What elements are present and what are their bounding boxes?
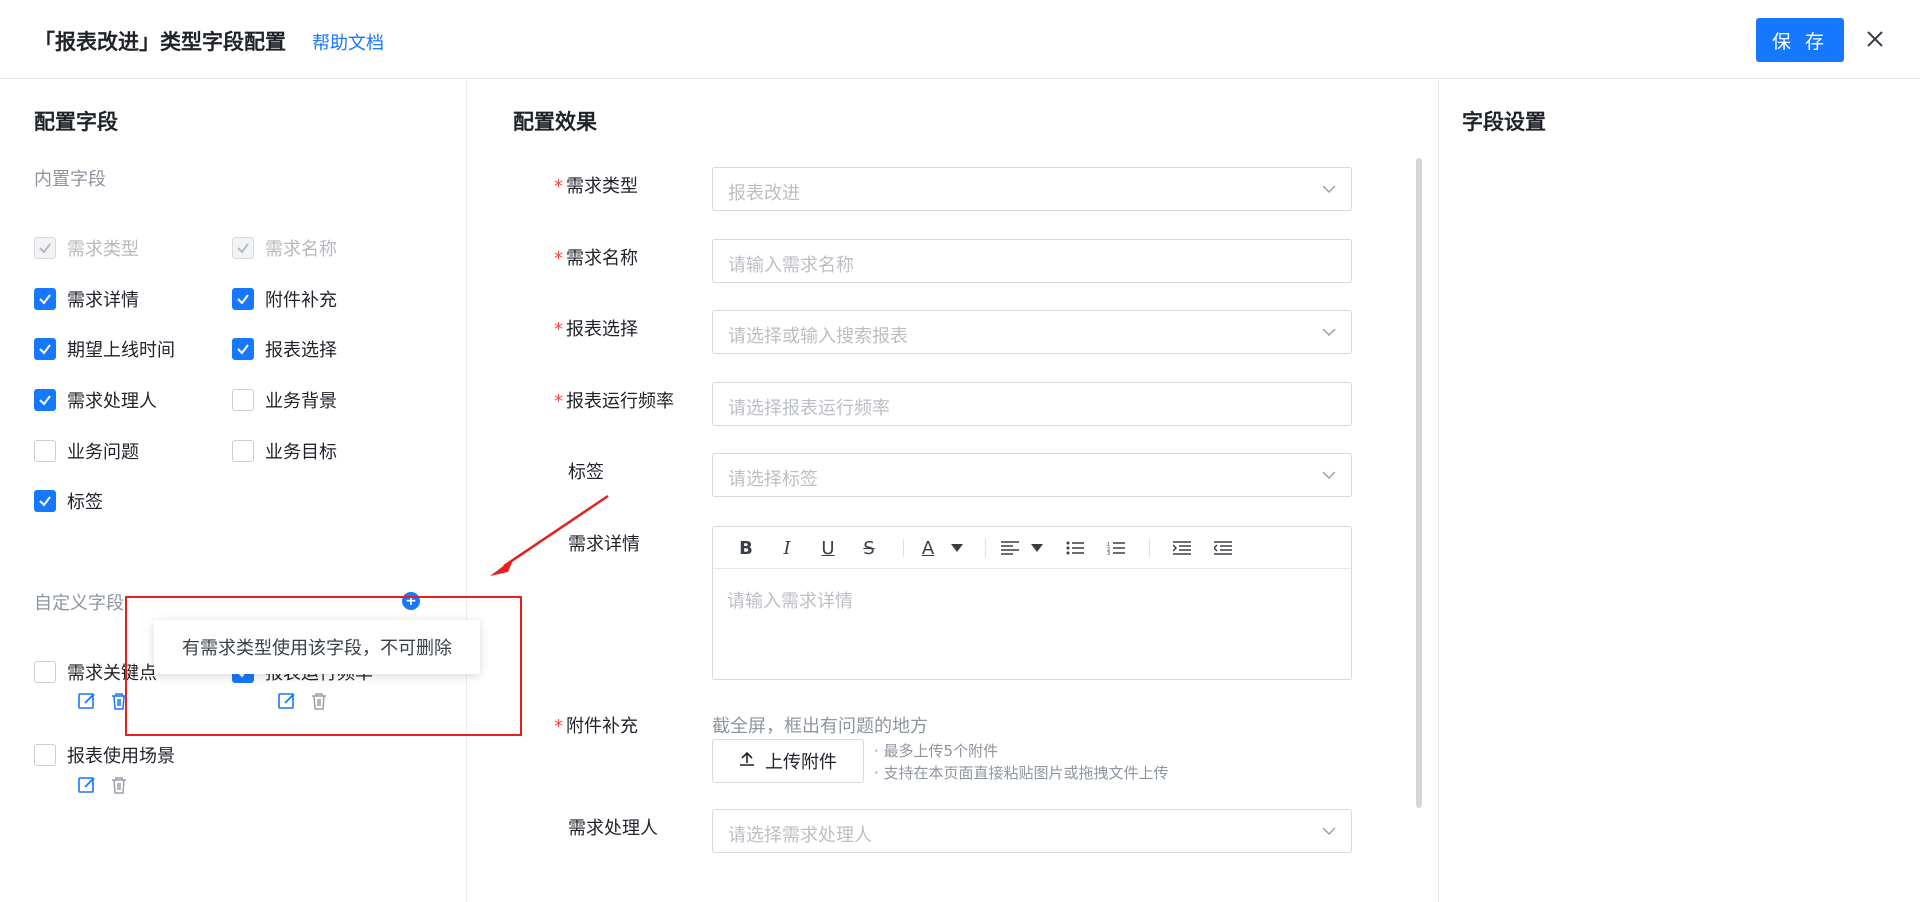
config-fields-title: 配置字段 bbox=[34, 110, 118, 134]
underline-icon[interactable]: U bbox=[817, 537, 839, 559]
checkbox-checked[interactable] bbox=[34, 490, 56, 512]
font-color-icon[interactable]: A bbox=[917, 537, 939, 559]
checkbox-checked-disabled bbox=[232, 237, 254, 259]
chevron-down-icon bbox=[1321, 181, 1337, 201]
delete-icon-disabled bbox=[108, 774, 130, 796]
checkbox-unchecked[interactable] bbox=[34, 440, 56, 462]
checkbox-unchecked[interactable] bbox=[232, 440, 254, 462]
field-checkbox-biz-background[interactable]: 业务背景 bbox=[232, 388, 337, 412]
edit-icon[interactable] bbox=[76, 774, 98, 796]
checkbox-checked[interactable] bbox=[34, 389, 56, 411]
bold-icon[interactable]: B bbox=[735, 537, 757, 559]
tag-select[interactable]: 请选择标签 bbox=[712, 453, 1352, 497]
demand-type-select[interactable]: 报表改进 bbox=[712, 167, 1352, 211]
add-field-icon[interactable]: + bbox=[402, 592, 420, 610]
field-checkbox-expected-launch[interactable]: 期望上线时间 bbox=[34, 337, 175, 361]
form-label-report-select: * 报表选择 bbox=[554, 319, 638, 340]
preview-scrollbar[interactable] bbox=[1416, 158, 1422, 808]
annotation-arrow-icon bbox=[490, 494, 609, 576]
checkbox-checked-disabled bbox=[34, 237, 56, 259]
numbered-list-icon[interactable]: 123 bbox=[1105, 537, 1127, 559]
config-preview-title: 配置效果 bbox=[513, 110, 597, 134]
checkbox-checked[interactable] bbox=[34, 288, 56, 310]
rich-text-editor[interactable]: B I U S A 123 请输入需求详情 bbox=[712, 526, 1352, 680]
delete-disabled-tooltip: 有需求类型使用该字段，不可删除 bbox=[154, 620, 480, 674]
upload-attachment-button[interactable]: 上传附件 bbox=[712, 739, 864, 783]
field-checkbox-attachment[interactable]: 附件补充 bbox=[232, 287, 337, 311]
checkbox-checked[interactable] bbox=[232, 288, 254, 310]
delete-icon[interactable] bbox=[108, 690, 130, 712]
edit-icon[interactable] bbox=[76, 690, 98, 712]
indent-icon[interactable] bbox=[1171, 537, 1193, 559]
strikethrough-icon[interactable]: S bbox=[858, 537, 880, 559]
field-checkbox-biz-problem[interactable]: 业务问题 bbox=[34, 439, 139, 463]
svg-text:3: 3 bbox=[1107, 551, 1110, 555]
field-checkbox-tag[interactable]: 标签 bbox=[34, 489, 103, 513]
edit-icon[interactable] bbox=[276, 690, 298, 712]
page-title: 「报表改进」类型字段配置 bbox=[34, 30, 286, 54]
dropdown-caret-icon[interactable] bbox=[1026, 537, 1048, 559]
field-checkbox-demand-detail[interactable]: 需求详情 bbox=[34, 287, 139, 311]
editor-placeholder: 请输入需求详情 bbox=[727, 591, 853, 612]
field-checkbox-report-select[interactable]: 报表选择 bbox=[232, 337, 337, 361]
form-label-tag: 标签 bbox=[568, 462, 604, 483]
field-checkbox-demand-name: 需求名称 bbox=[232, 236, 337, 260]
field-checkbox-biz-goal[interactable]: 业务目标 bbox=[232, 439, 337, 463]
help-doc-link[interactable]: 帮助文档 bbox=[312, 29, 384, 55]
dropdown-caret-icon[interactable] bbox=[946, 537, 968, 559]
field-checkbox-demand-type: 需求类型 bbox=[34, 236, 139, 260]
checkbox-checked[interactable] bbox=[34, 338, 56, 360]
form-label-attachment: * 附件补充 bbox=[554, 716, 638, 737]
field-settings-panel: 字段设置 bbox=[1440, 80, 1920, 902]
checkbox-unchecked[interactable] bbox=[232, 389, 254, 411]
custom-field-key-point[interactable]: 需求关键点 bbox=[34, 660, 157, 684]
custom-field-actions bbox=[76, 690, 130, 712]
run-frequency-select[interactable]: 请选择报表运行频率 bbox=[712, 382, 1352, 426]
form-label-run-frequency: * 报表运行频率 bbox=[554, 391, 674, 412]
form-label-handler: 需求处理人 bbox=[568, 818, 658, 839]
custom-field-actions bbox=[76, 774, 130, 796]
outdent-icon[interactable] bbox=[1212, 537, 1234, 559]
attachment-tip: 截全屏，框出有问题的地方 bbox=[712, 716, 928, 737]
upload-icon bbox=[739, 751, 755, 772]
delete-icon-disabled bbox=[308, 690, 330, 712]
chevron-down-icon bbox=[1321, 467, 1337, 487]
save-button[interactable]: 保 存 bbox=[1756, 18, 1844, 62]
italic-icon[interactable]: I bbox=[776, 537, 798, 559]
field-settings-title: 字段设置 bbox=[1462, 110, 1546, 134]
close-icon[interactable] bbox=[1860, 22, 1890, 56]
demand-name-input[interactable]: 请输入需求名称 bbox=[712, 239, 1352, 283]
checkbox-unchecked[interactable] bbox=[34, 744, 56, 766]
bullet-list-icon[interactable] bbox=[1064, 537, 1086, 559]
upload-note-paste: · 支持在本页面直接粘贴图片或拖拽文件上传 bbox=[874, 764, 1169, 782]
field-checkbox-handler[interactable]: 需求处理人 bbox=[34, 388, 157, 412]
align-left-icon[interactable] bbox=[999, 537, 1021, 559]
header-bar: 「报表改进」类型字段配置 帮助文档 保 存 bbox=[0, 0, 1920, 79]
custom-field-usage-scenario[interactable]: 报表使用场景 bbox=[34, 743, 175, 767]
builtin-fields-label: 内置字段 bbox=[34, 169, 106, 190]
chevron-down-icon bbox=[1321, 823, 1337, 843]
checkbox-unchecked[interactable] bbox=[34, 661, 56, 683]
form-label-demand-type: * 需求类型 bbox=[554, 176, 638, 197]
checkbox-checked[interactable] bbox=[232, 338, 254, 360]
custom-fields-label: 自定义字段 bbox=[34, 593, 124, 614]
report-select[interactable]: 请选择或输入搜索报表 bbox=[712, 310, 1352, 354]
custom-field-actions bbox=[276, 690, 330, 712]
form-label-demand-name: * 需求名称 bbox=[554, 248, 638, 269]
handler-select[interactable]: 请选择需求处理人 bbox=[712, 809, 1352, 853]
config-fields-panel: 配置字段 内置字段 需求类型 需求名称 需求详情 附件补充 期望上线时间 报表选… bbox=[0, 80, 467, 902]
upload-note-limit: · 最多上传5个附件 bbox=[874, 742, 999, 760]
editor-toolbar: B I U S A 123 bbox=[713, 527, 1351, 569]
chevron-down-icon bbox=[1321, 324, 1337, 344]
